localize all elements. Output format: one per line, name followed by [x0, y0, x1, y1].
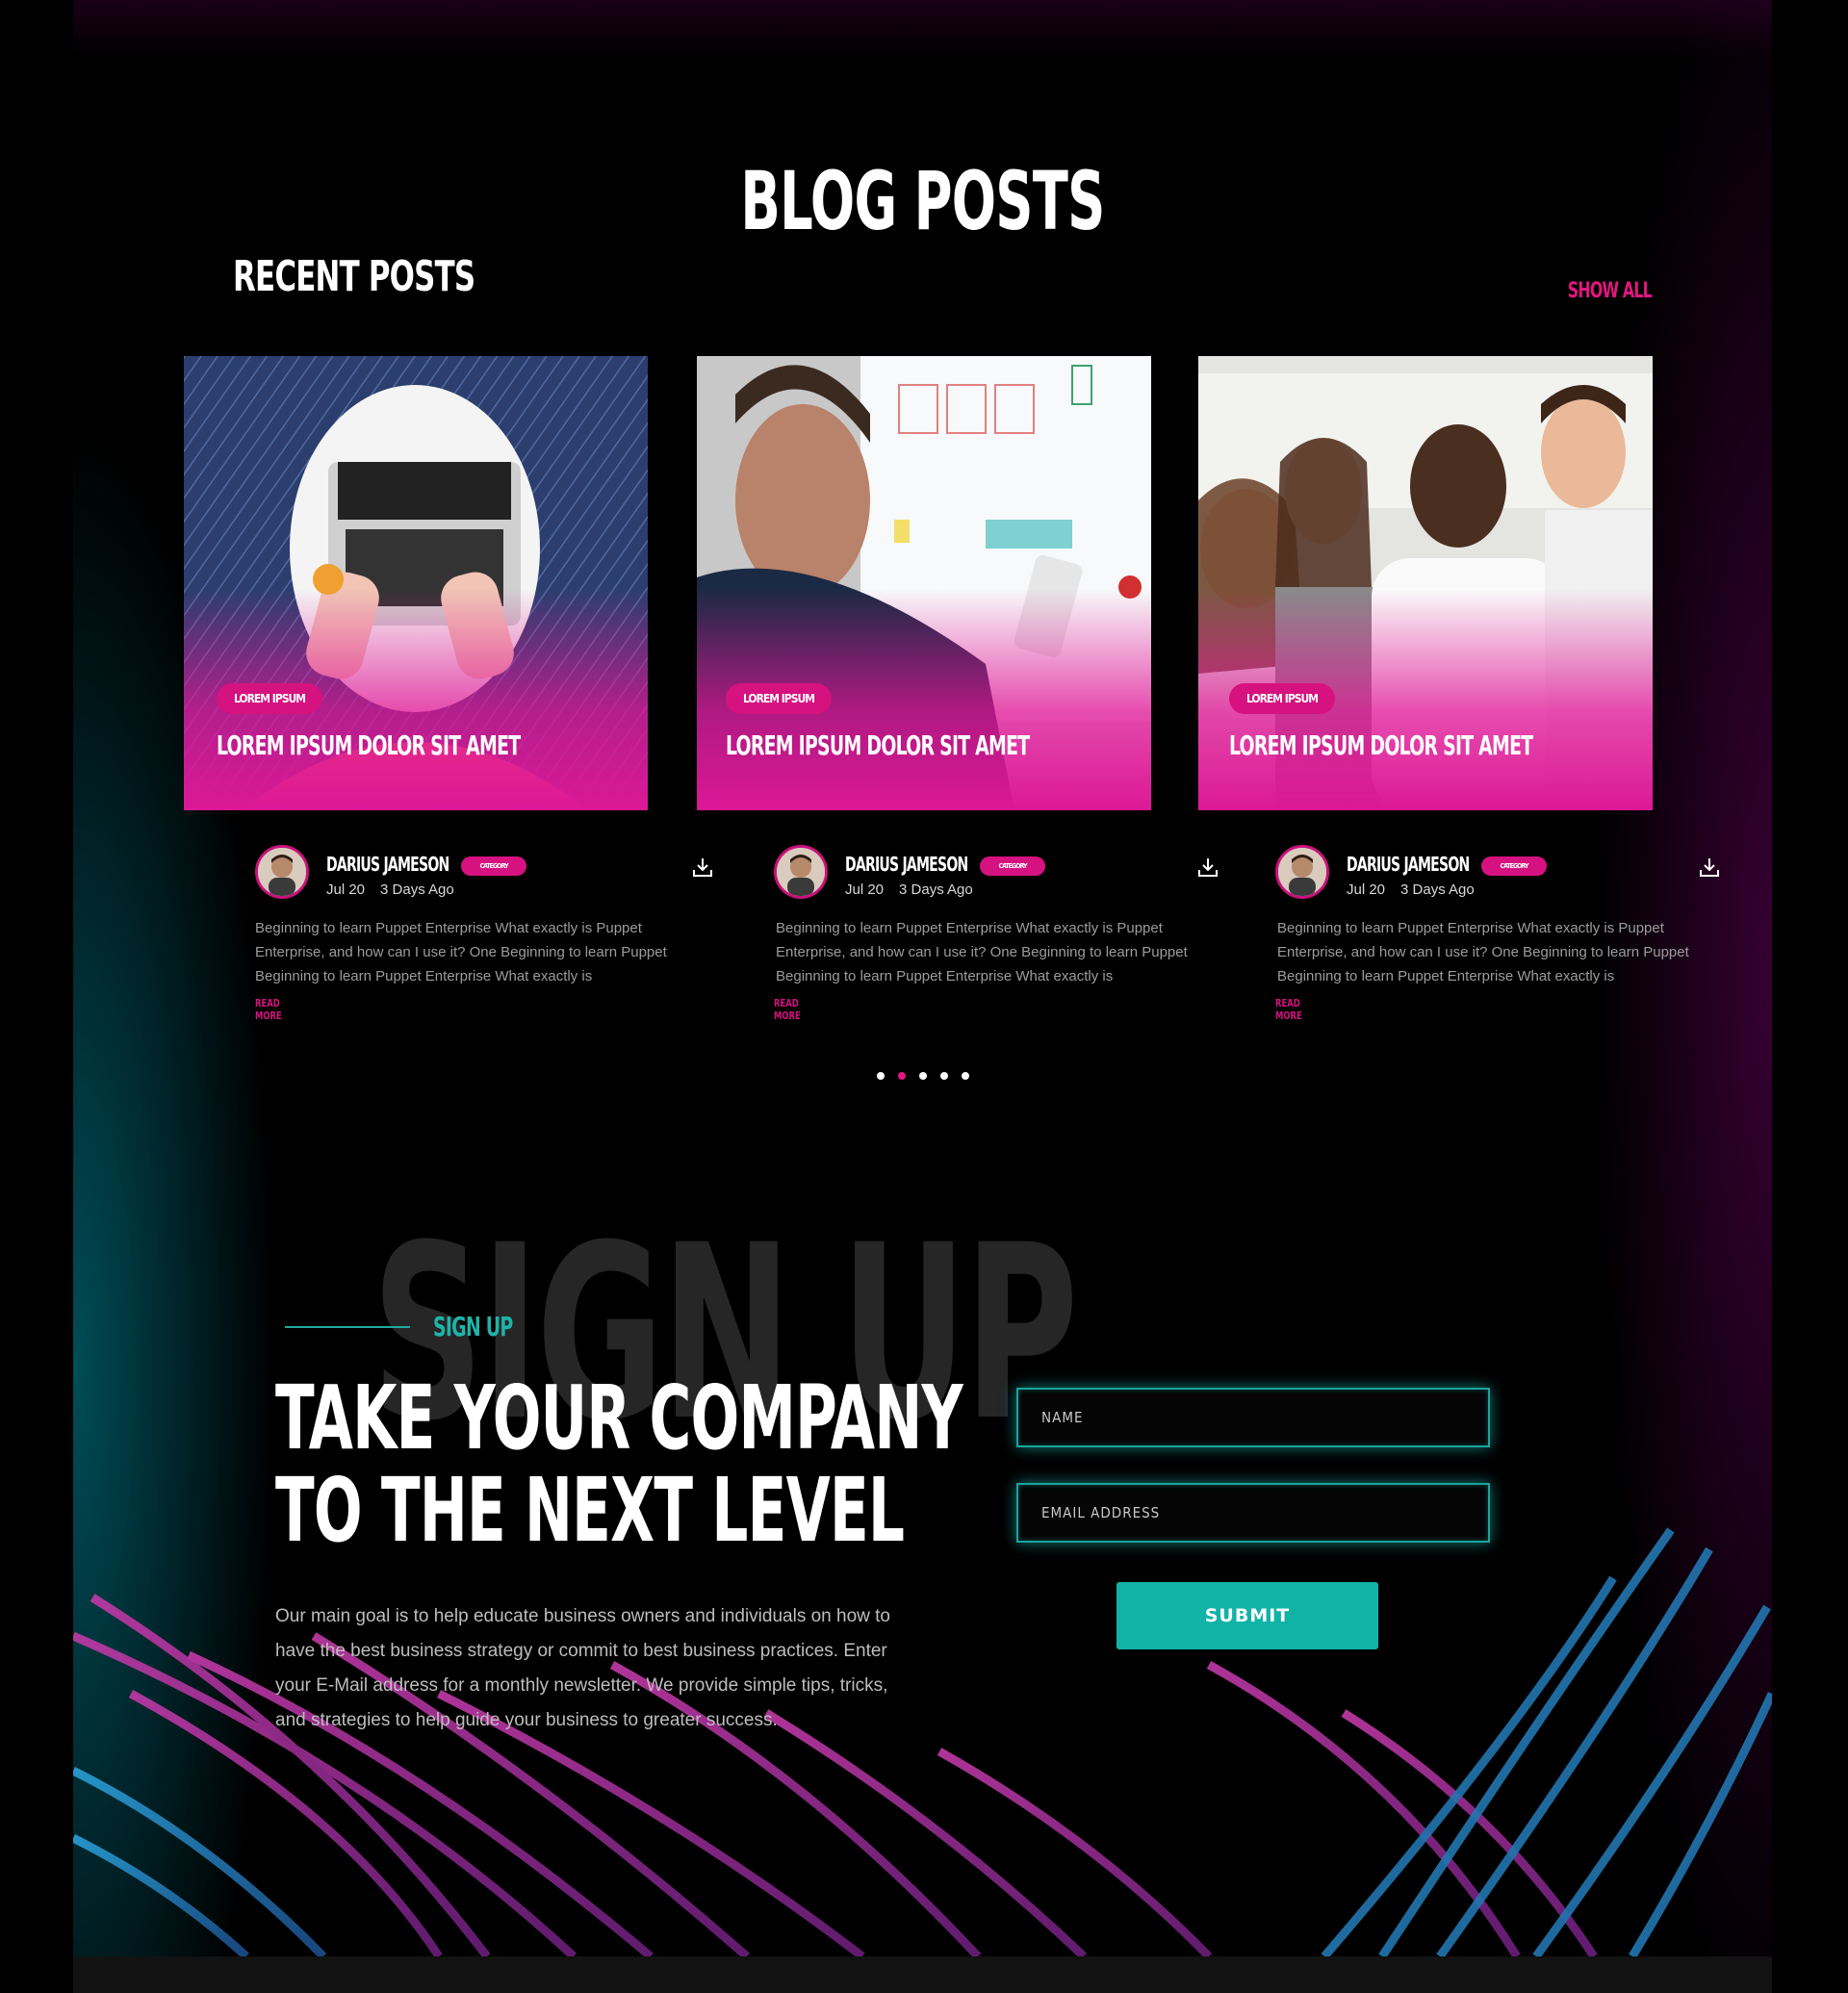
relative-time: 3 Days Ago	[380, 882, 454, 898]
post-image-whiteboard[interactable]: LOREM IPSUM LOREM IPSUM DOLOR SIT AMET	[697, 356, 1151, 810]
relative-time: 3 Days Ago	[1400, 882, 1475, 898]
download-icon[interactable]	[692, 856, 713, 878]
signup-headline: TAKE YOUR COMPANY TO THE NEXT LEVEL	[275, 1367, 963, 1562]
post-date: Jul 20 3 Days Ago	[326, 882, 454, 898]
carousel-dot[interactable]	[939, 1072, 948, 1080]
email-field[interactable]	[1016, 1483, 1490, 1543]
headline-line-1: TAKE YOUR COMPANY	[275, 1367, 963, 1469]
read-more-link[interactable]: READ MORE	[774, 997, 801, 1022]
email-input[interactable]	[1018, 1485, 1488, 1541]
signup-label: SIGN UP	[433, 1311, 513, 1342]
section-title: BLOG POSTS	[740, 154, 1105, 248]
post-date: Jul 20 3 Days Ago	[845, 882, 973, 898]
author-name[interactable]: DARIUS JAMESON	[1347, 853, 1470, 876]
post-excerpt: Beginning to learn Puppet Enterprise Wha…	[776, 920, 1188, 984]
submit-button[interactable]: SUBMIT	[1116, 1582, 1378, 1649]
category-badge[interactable]: CATEGORY	[980, 856, 1045, 876]
post-tag[interactable]: LOREM IPSUM	[726, 683, 832, 714]
post-image-team[interactable]: LOREM IPSUM LOREM IPSUM DOLOR SIT AMET	[1198, 356, 1653, 810]
relative-time: 3 Days Ago	[899, 882, 973, 898]
footer-strip	[73, 1956, 1772, 1993]
carousel-dot[interactable]	[876, 1072, 885, 1080]
signup-divider	[285, 1326, 410, 1328]
author-avatar[interactable]	[774, 845, 828, 899]
carousel-dot-active[interactable]	[897, 1072, 906, 1080]
palm-leaves-decoration	[73, 1527, 1772, 1956]
post-title[interactable]: LOREM IPSUM DOLOR SIT AMET	[726, 729, 1030, 761]
author-name[interactable]: DARIUS JAMESON	[326, 853, 449, 876]
signup-description: Our main goal is to help educate busines…	[275, 1606, 890, 1730]
date-value: Jul 20	[326, 882, 366, 898]
author-avatar[interactable]	[1275, 845, 1329, 899]
name-input[interactable]	[1018, 1390, 1488, 1445]
carousel-pagination	[73, 1067, 1772, 1085]
read-more-link[interactable]: READ MORE	[255, 997, 282, 1022]
headline-line-2: TO THE NEXT LEVEL	[275, 1459, 905, 1562]
author-avatar[interactable]	[255, 845, 309, 899]
recent-posts-heading: RECENT POSTS	[233, 252, 475, 301]
category-badge[interactable]: CATEGORY	[1481, 856, 1547, 876]
post-date: Jul 20 3 Days Ago	[1347, 882, 1475, 898]
post-tag[interactable]: LOREM IPSUM	[1229, 683, 1335, 714]
author-name[interactable]: DARIUS JAMESON	[845, 853, 968, 876]
category-badge[interactable]: CATEGORY	[461, 856, 526, 876]
post-title[interactable]: LOREM IPSUM DOLOR SIT AMET	[217, 729, 521, 761]
post-title[interactable]: LOREM IPSUM DOLOR SIT AMET	[1229, 729, 1533, 761]
read-more-link[interactable]: READ MORE	[1275, 997, 1302, 1022]
date-value: Jul 20	[845, 882, 885, 898]
name-field[interactable]	[1016, 1388, 1490, 1447]
post-excerpt: Beginning to learn Puppet Enterprise Wha…	[1277, 920, 1689, 984]
carousel-dot[interactable]	[918, 1072, 927, 1080]
page-panel: BLOG POSTS RECENT POSTS SHOW ALL LOREM I…	[73, 0, 1772, 1956]
carousel-dot[interactable]	[961, 1072, 969, 1080]
date-value: Jul 20	[1347, 882, 1386, 898]
show-all-link[interactable]: SHOW ALL	[1568, 279, 1653, 303]
download-icon[interactable]	[1197, 856, 1219, 878]
post-excerpt: Beginning to learn Puppet Enterprise Wha…	[255, 920, 667, 984]
download-icon[interactable]	[1699, 856, 1720, 878]
post-image-laptop[interactable]: LOREM IPSUM LOREM IPSUM DOLOR SIT AMET	[184, 356, 648, 810]
post-tag[interactable]: LOREM IPSUM	[217, 683, 322, 714]
